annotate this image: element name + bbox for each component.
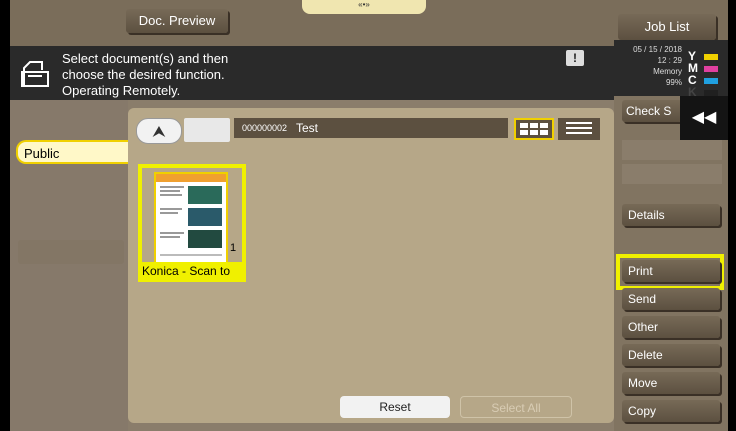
tab-public[interactable]: Public (16, 140, 128, 164)
status-line-2: choose the desired function. (62, 67, 225, 82)
send-button[interactable]: Send (622, 288, 720, 310)
collapse-panel-icon[interactable]: ◀◀ (680, 96, 728, 140)
box-number: 000000002 (242, 123, 288, 133)
toner-level-y (704, 54, 718, 60)
left-tab-placeholder (18, 240, 124, 264)
folder-icon[interactable] (184, 118, 230, 142)
thumbnail-view-button[interactable] (514, 118, 554, 140)
box-path-bar: 000000002 Test (234, 118, 508, 138)
toner-level-m (704, 66, 718, 72)
disabled-slot (622, 164, 722, 184)
date-time: 05 / 15 / 2018 12 : 29 Memory 99% (616, 44, 682, 88)
status-line-1: Select document(s) and then (62, 51, 229, 66)
disabled-slot (622, 140, 722, 160)
check-settings-button[interactable]: Check S (622, 100, 682, 122)
job-list-button[interactable]: Job List (618, 14, 716, 40)
list-view-button[interactable] (558, 118, 600, 140)
document-name[interactable]: Konica - Scan to (140, 262, 244, 280)
status-message: Select document(s) and then choose the d… (62, 51, 228, 99)
time-text: 12 : 29 (657, 56, 682, 65)
move-button[interactable]: Move (622, 372, 720, 394)
date-text: 05 / 15 / 2018 (633, 45, 682, 54)
toner-level-c (704, 78, 718, 84)
memory-label: Memory (653, 67, 682, 76)
up-arrow-icon[interactable]: ⮝ (136, 118, 182, 144)
reset-button[interactable]: Reset (340, 396, 450, 418)
mfp-screen: «•» Doc. Preview Job List Select documen… (10, 0, 728, 431)
page-count: 1 (230, 242, 237, 254)
status-message-area: Select document(s) and then choose the d… (10, 46, 614, 100)
list-icon (566, 122, 592, 134)
box-document-icon (21, 61, 49, 87)
top-handle[interactable]: «•» (302, 0, 426, 14)
other-button[interactable]: Other (622, 316, 720, 338)
memory-value: 99% (665, 78, 682, 87)
warning-icon[interactable]: ! (566, 50, 584, 66)
status-line-3: Operating Remotely. (62, 83, 181, 98)
document-thumbnail[interactable] (154, 172, 228, 264)
box-name: Test (296, 121, 319, 135)
details-button[interactable]: Details (622, 204, 720, 226)
grid-icon (520, 123, 548, 135)
select-all-button[interactable]: Select All (460, 396, 572, 418)
delete-button[interactable]: Delete (622, 344, 720, 366)
doc-preview-button[interactable]: Doc. Preview (126, 9, 228, 33)
copy-button[interactable]: Copy (622, 400, 720, 422)
print-button[interactable]: Print (622, 260, 720, 282)
